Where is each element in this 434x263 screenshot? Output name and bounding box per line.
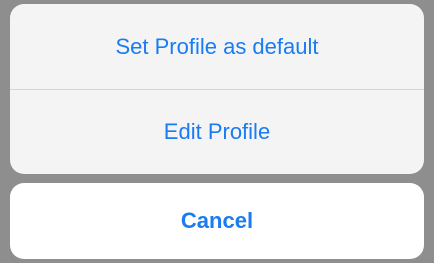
cancel-button[interactable]: Cancel [10, 183, 424, 259]
set-profile-default-button[interactable]: Set Profile as default [10, 4, 424, 89]
action-sheet-options: Set Profile as default Edit Profile [10, 4, 424, 174]
edit-profile-button[interactable]: Edit Profile [10, 90, 424, 174]
